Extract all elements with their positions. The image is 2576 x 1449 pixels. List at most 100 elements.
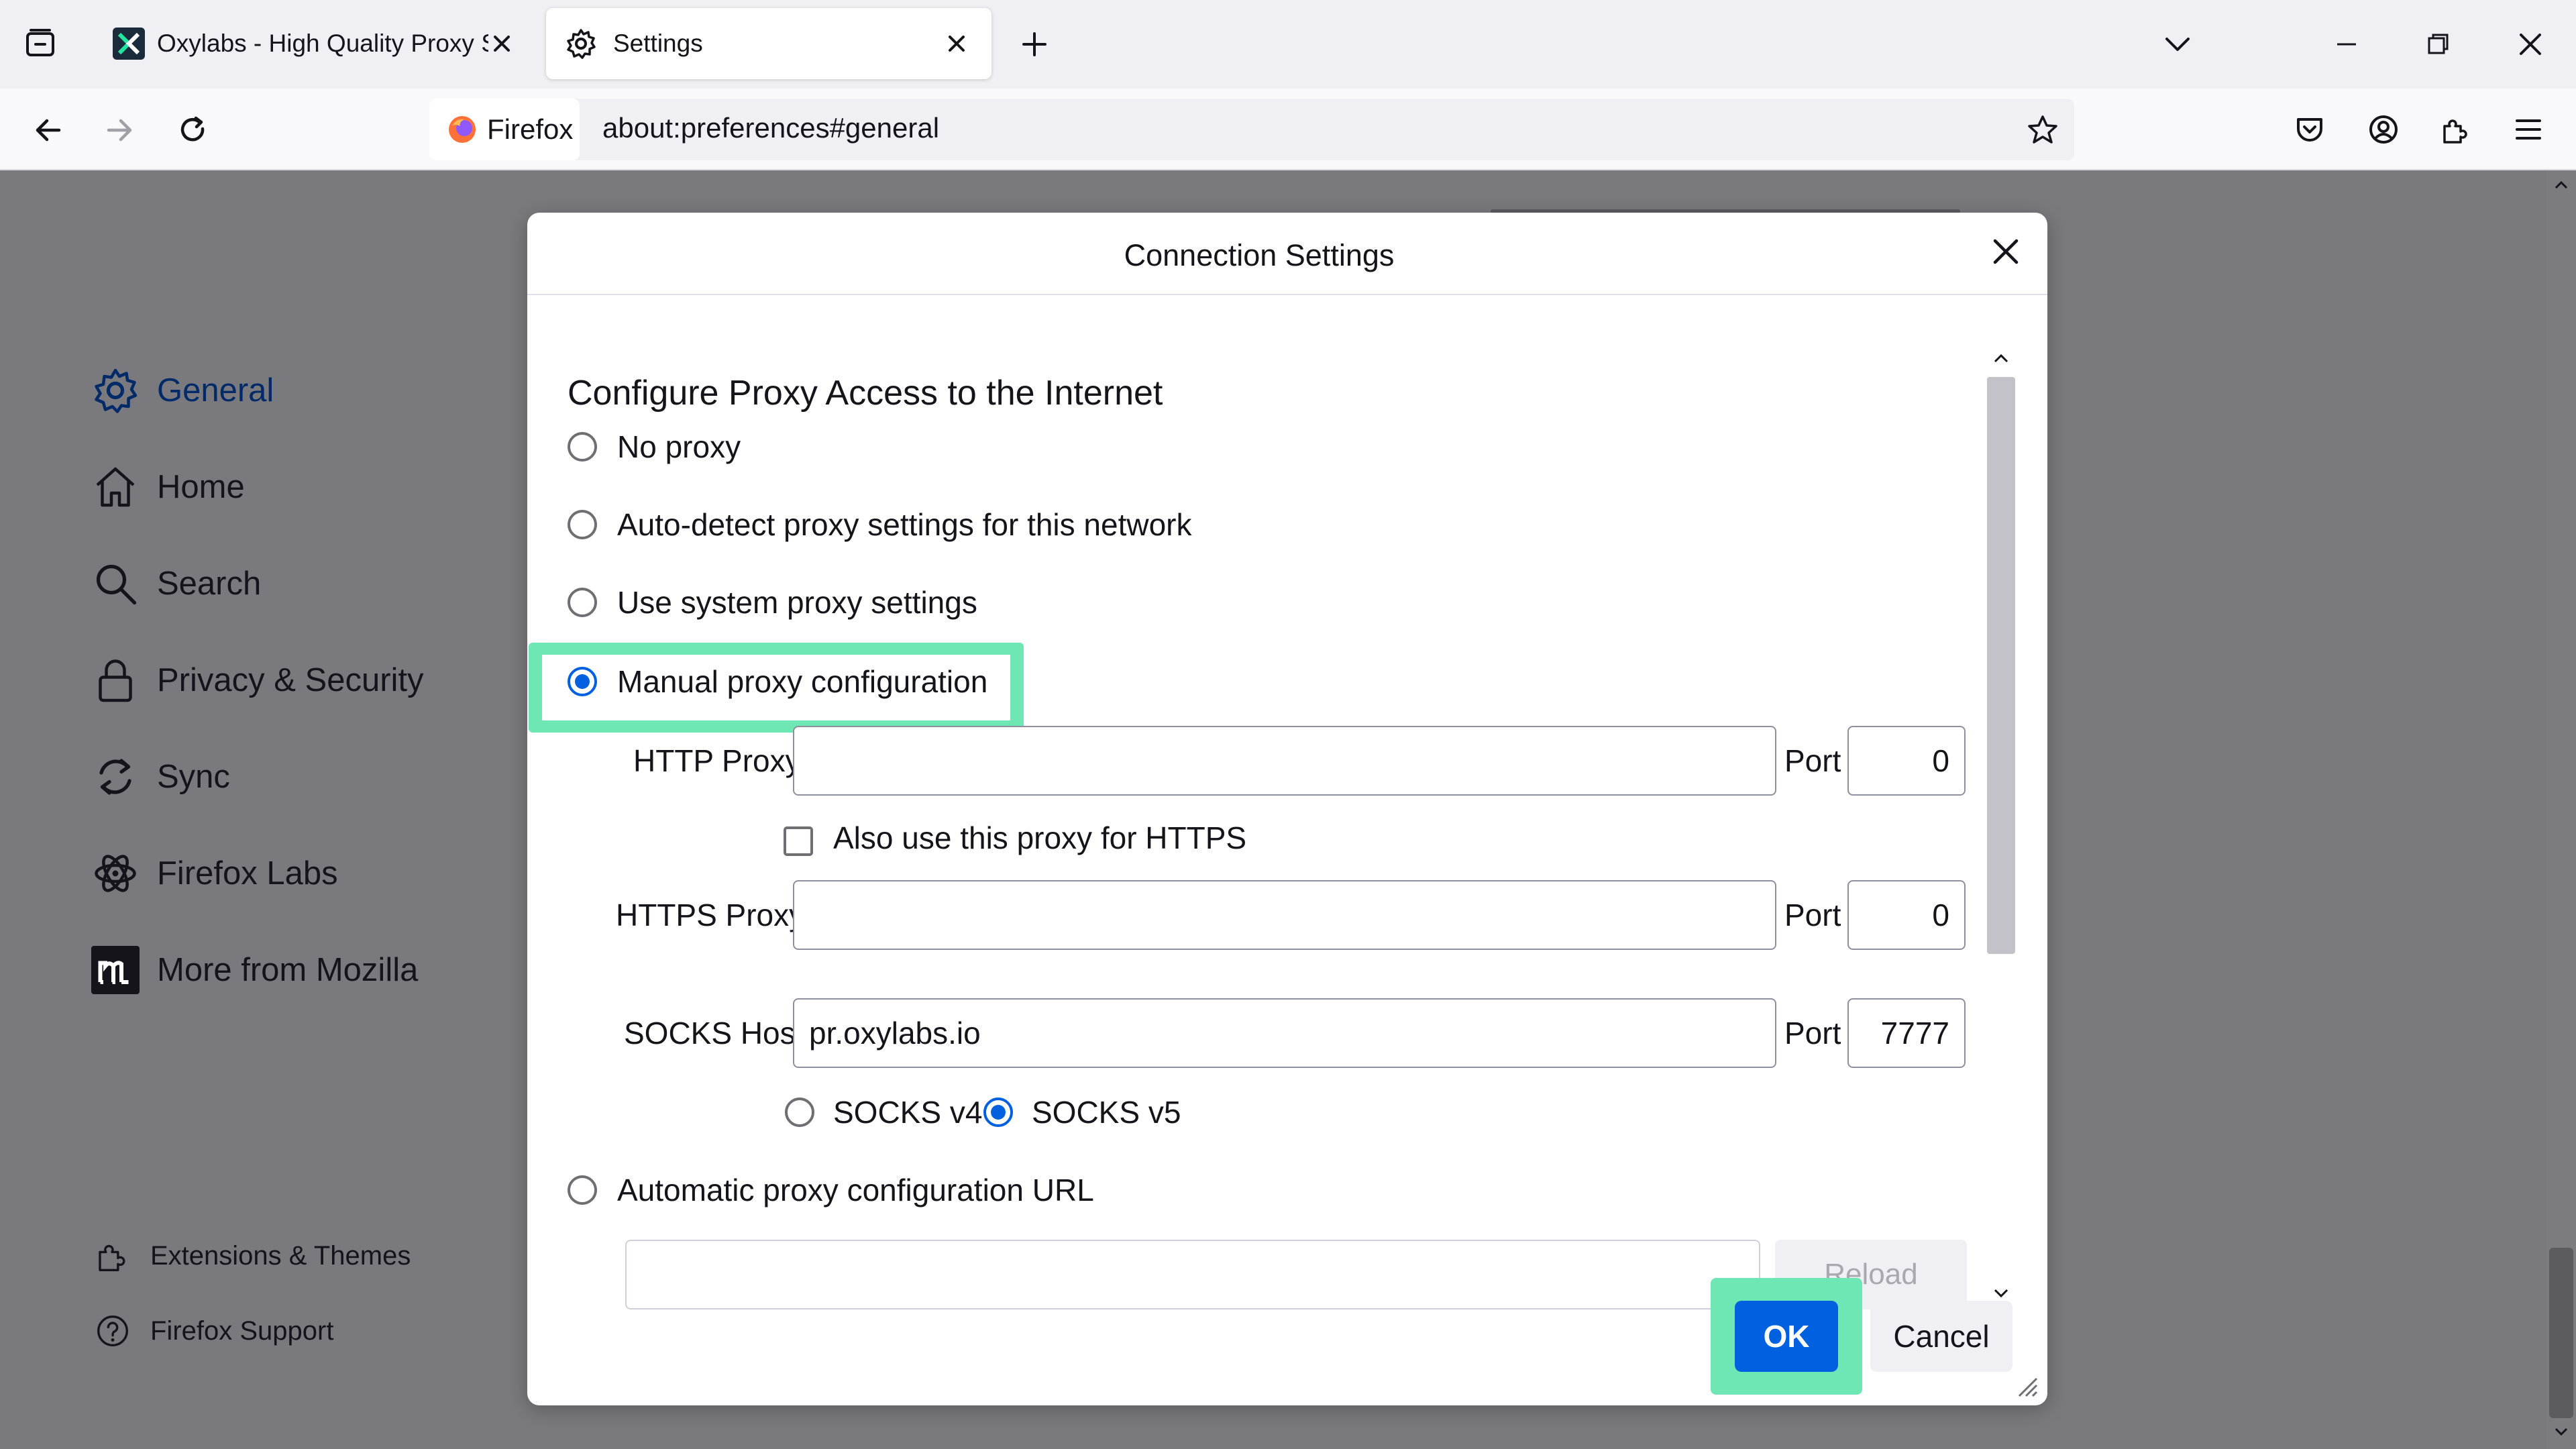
section-title: Configure Proxy Access to the Internet [568, 374, 1163, 413]
labs-icon [91, 849, 140, 898]
identity-label: Firefox [487, 113, 574, 145]
sidebar-item-sync[interactable]: Sync [91, 750, 230, 804]
ok-button-label: OK [1763, 1319, 1810, 1354]
page-scrollbar[interactable] [2546, 170, 2576, 1449]
socks-port-label: Port [1784, 1016, 1841, 1051]
socks-v4-label[interactable]: SOCKS v4 [833, 1094, 982, 1130]
auto-detect-label[interactable]: Auto-detect proxy settings for this netw… [617, 506, 1192, 543]
sidebar-item-label: Privacy & Security [157, 662, 424, 698]
no-proxy-label[interactable]: No proxy [617, 429, 741, 465]
manual-proxy-label[interactable]: Manual proxy configuration [617, 663, 987, 700]
close-dialog-icon[interactable] [1987, 233, 2025, 270]
sync-icon [91, 753, 140, 801]
lock-icon [91, 656, 140, 704]
forward-icon[interactable] [102, 113, 137, 148]
sidebar-item-extensions-themes[interactable]: Extensions & Themes [94, 1236, 411, 1276]
dialog-scrollbar[interactable] [1983, 342, 2019, 1315]
puzzle-icon [94, 1237, 131, 1275]
cancel-button-label: Cancel [1893, 1319, 1990, 1354]
pocket-icon[interactable] [2293, 113, 2326, 146]
socks-v5-label[interactable]: SOCKS v5 [1032, 1094, 1181, 1130]
https-proxy-input[interactable] [793, 880, 1776, 950]
sidebar-item-search[interactable]: Search [91, 557, 261, 610]
tab-settings[interactable]: Settings [546, 8, 991, 79]
firefox-logo-icon [447, 114, 478, 145]
url-bar[interactable]: Firefox about:preferences#general [429, 99, 2074, 160]
http-proxy-input[interactable] [793, 726, 1776, 796]
dialog-scroll-down-icon[interactable] [1991, 1283, 2011, 1303]
list-all-tabs-icon[interactable] [2161, 28, 2194, 60]
sidebar-item-label: Extensions & Themes [150, 1240, 411, 1271]
scroll-up-icon[interactable] [2552, 176, 2571, 195]
tab-title: Oxylabs - High Quality Proxy Se [157, 30, 488, 57]
tab-title: Settings [613, 30, 703, 57]
gear-icon [91, 366, 140, 415]
gear-icon [565, 28, 597, 60]
restore-icon[interactable] [2422, 28, 2454, 60]
account-icon[interactable] [2367, 113, 2400, 146]
auto-detect-radio[interactable] [568, 510, 597, 539]
search-icon [91, 559, 140, 608]
socks-host-input[interactable]: pr.oxylabs.io [793, 998, 1776, 1068]
sidebar-item-label: Search [157, 566, 262, 602]
reload-icon[interactable] [176, 113, 211, 148]
url-text[interactable]: about:preferences#general [602, 112, 939, 144]
sidebar-item-privacy[interactable]: Privacy & Security [91, 653, 424, 707]
auto-url-radio[interactable] [568, 1175, 597, 1205]
cancel-button[interactable]: Cancel [1870, 1301, 2012, 1372]
new-tab-icon[interactable] [1018, 28, 1051, 60]
sidebar-item-label: Sync [157, 759, 230, 795]
tab-oxylabs[interactable]: Oxylabs - High Quality Proxy Se [105, 8, 523, 79]
bookmark-star-icon[interactable] [2026, 113, 2059, 147]
sidebar-item-firefox-labs[interactable]: Firefox Labs [91, 847, 338, 900]
socks-port-input[interactable]: 7777 [1847, 998, 1966, 1068]
dialog-scroll-thumb[interactable] [1987, 377, 2015, 954]
https-port-label: Port [1784, 898, 1841, 932]
sidebar-item-more-from-mozilla[interactable]: More from Mozilla [91, 943, 418, 997]
help-icon [94, 1312, 131, 1350]
http-port-input[interactable]: 0 [1847, 726, 1966, 796]
close-tab-icon[interactable] [945, 32, 969, 56]
https-proxy-label: HTTPS Proxy [616, 898, 805, 932]
dialog-body: Configure Proxy Access to the Internet N… [527, 295, 2047, 1315]
back-icon[interactable] [31, 113, 66, 148]
socks-v5-radio[interactable] [983, 1097, 1013, 1127]
http-proxy-label: HTTP Proxy [633, 743, 801, 778]
ok-button[interactable]: OK [1735, 1301, 1838, 1372]
system-proxy-label[interactable]: Use system proxy settings [617, 584, 977, 621]
home-icon [91, 463, 140, 511]
connection-settings-dialog: Connection Settings Configure Proxy Acce… [527, 213, 2047, 1405]
auto-url-label[interactable]: Automatic proxy configuration URL [617, 1172, 1094, 1208]
sidebar-item-firefox-support[interactable]: Firefox Support [94, 1311, 333, 1351]
sidebar-item-home[interactable]: Home [91, 460, 245, 514]
sidebar-item-label: Home [157, 469, 245, 505]
sidebar-item-general[interactable]: General [91, 364, 274, 417]
auto-url-input[interactable] [625, 1240, 1760, 1309]
socks-v4-radio[interactable] [785, 1097, 814, 1127]
sidebar-item-label: More from Mozilla [157, 952, 419, 988]
extensions-icon[interactable] [2439, 113, 2473, 146]
page-scroll-thumb[interactable] [2549, 1248, 2573, 1418]
http-port-label: Port [1784, 743, 1841, 778]
identity-box[interactable]: Firefox [429, 99, 580, 160]
no-proxy-radio[interactable] [568, 432, 597, 462]
tab-bar: Oxylabs - High Quality Proxy Se Settings [0, 0, 2576, 89]
socks-host-label: SOCKS Host [624, 1016, 804, 1051]
menu-icon[interactable] [2512, 113, 2545, 146]
oxylabs-favicon-icon [113, 28, 145, 60]
scroll-down-icon[interactable] [2552, 1422, 2571, 1441]
https-port-input[interactable]: 0 [1847, 880, 1966, 950]
system-proxy-radio[interactable] [568, 588, 597, 617]
also-https-label[interactable]: Also use this proxy for HTTPS [833, 820, 1246, 856]
mozilla-icon [91, 946, 140, 994]
close-window-icon[interactable] [2514, 28, 2546, 60]
minimize-icon[interactable] [2330, 28, 2363, 60]
dialog-scroll-up-icon[interactable] [1991, 349, 2011, 369]
firefox-view-icon[interactable] [24, 27, 56, 59]
manual-proxy-radio[interactable] [568, 667, 597, 696]
sidebar-item-label: Firefox Labs [157, 855, 338, 892]
also-https-checkbox[interactable] [784, 826, 813, 856]
resize-grip-icon[interactable] [2010, 1369, 2039, 1399]
close-tab-icon[interactable] [490, 32, 514, 56]
sidebar-item-label: Firefox Support [150, 1316, 334, 1346]
